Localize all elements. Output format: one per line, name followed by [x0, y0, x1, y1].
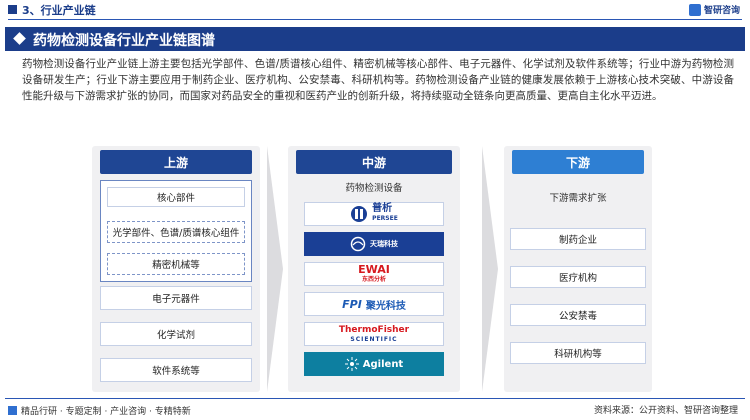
downstream-header: 下游 — [512, 150, 644, 174]
midstream-panel: 中游 药物检测设备 普析 PERSEE 天瑞科技 EWAI 东西分析 FPI 聚… — [288, 146, 460, 392]
downstream-subtitle: 下游需求扩张 — [549, 193, 607, 204]
fpi-logo-icon: FPI — [342, 297, 362, 311]
ewai-logo-icon: EWAI — [358, 263, 390, 276]
brand-ewai: EWAI 东西分析 — [304, 262, 444, 286]
agilent-logo-icon — [344, 357, 359, 371]
software-systems-box: 软件系统等 — [100, 358, 252, 382]
brand-fpi: FPI 聚光科技 — [304, 292, 444, 316]
top-bar: 3、行业产业链 智研咨询 — [0, 0, 750, 22]
footer-divider — [5, 398, 745, 399]
brand-name: Agilent — [362, 358, 404, 370]
core-components-group: 核心部件 光学部件、色谱/质谱核心组件 精密机械等 — [100, 180, 252, 282]
diamond-icon — [13, 32, 26, 45]
brand-sub: SCIENTIFIC — [350, 335, 398, 343]
footer-tagline-text: 精品行研 · 专题定制 · 产业咨询 · 专精特新 — [21, 407, 191, 417]
chemical-reagents-box: 化学试剂 — [100, 322, 252, 346]
zhiyan-logo-icon — [688, 3, 701, 16]
brand-persee: 普析 PERSEE — [304, 202, 444, 226]
brand-name: 普析 — [372, 203, 393, 214]
medical-institutions-box: 医疗机构 — [510, 266, 646, 288]
flow-arrow-icon — [267, 146, 283, 392]
brand-thermofisher: ThermoFisher SCIENTIFIC — [304, 322, 444, 346]
page-title: 药物检测设备行业产业链图谱 — [33, 33, 215, 49]
anti-drug-box: 公安禁毒 — [510, 304, 646, 326]
brand-name: 聚光科技 — [365, 300, 406, 312]
brand-name: 天瑞科技 — [370, 240, 398, 248]
section-marker — [8, 5, 17, 14]
brand-sub: PERSEE — [372, 215, 398, 222]
brand-agilent: Agilent — [304, 352, 444, 376]
pharma-companies-box: 制药企业 — [510, 228, 646, 250]
tianrui-logo-icon — [350, 236, 366, 252]
brand-logo: 智研咨询 — [688, 3, 740, 16]
upstream-header: 上游 — [100, 150, 252, 174]
brand-sub: 东西分析 — [361, 276, 386, 283]
title-bar: 药物检测设备行业产业链图谱 — [5, 27, 745, 51]
flow-arrow-icon — [482, 146, 498, 392]
electronic-components-box: 电子元器件 — [100, 286, 252, 310]
downstream-panel: 下游 下游需求扩张 制药企业 医疗机构 公安禁毒 科研机构等 — [504, 146, 652, 392]
midstream-header: 中游 — [296, 150, 452, 174]
upstream-panel: 上游 核心部件 光学部件、色谱/质谱核心组件 精密机械等 电子元器件 化学试剂 … — [92, 146, 260, 392]
section-divider — [8, 19, 742, 20]
source-note: 资料来源：公开资料、智研咨询整理 — [593, 406, 738, 416]
core-components-title: 核心部件 — [107, 187, 245, 207]
logo-text: 智研咨询 — [703, 6, 740, 16]
footer-logo-icon — [8, 406, 17, 415]
brand-tianrui: 天瑞科技 — [304, 232, 444, 256]
persee-logo-icon — [351, 206, 368, 222]
footer-tagline: 精品行研 · 专题定制 · 产业咨询 · 专精特新 — [8, 404, 191, 417]
research-institutions-box: 科研机构等 — [510, 342, 646, 364]
section-label: 3、行业产业链 — [22, 4, 96, 17]
midstream-subtitle: 药物检测设备 — [345, 183, 403, 194]
precision-machinery-box: 精密机械等 — [107, 253, 245, 275]
optical-chromatography-box: 光学部件、色谱/质谱核心组件 — [107, 221, 245, 243]
description-paragraph: 药物检测设备行业产业链上游主要包括光学部件、色谱/质谱核心组件、精密机械等核心部… — [22, 58, 734, 102]
thermofisher-logo-icon: ThermoFisher — [338, 324, 410, 335]
